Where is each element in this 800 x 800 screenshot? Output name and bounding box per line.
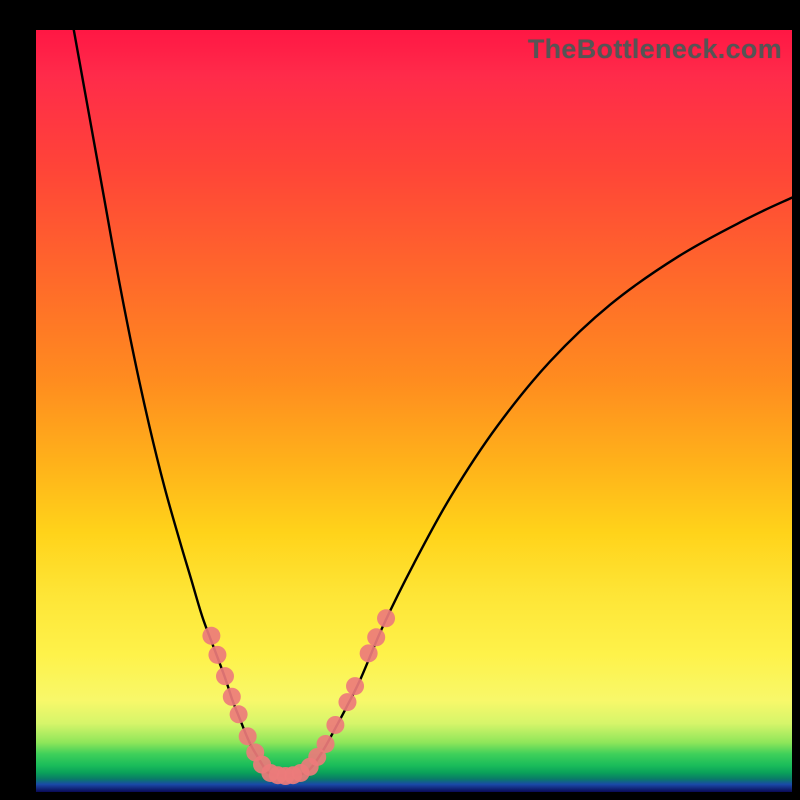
data-marker <box>223 688 241 706</box>
curve-markers <box>202 609 395 785</box>
data-marker <box>346 677 364 695</box>
chart-frame: TheBottleneck.com <box>36 30 792 792</box>
data-marker <box>317 735 335 753</box>
data-marker <box>202 627 220 645</box>
data-marker <box>360 644 378 662</box>
data-marker <box>338 693 356 711</box>
data-marker <box>367 628 385 646</box>
data-marker <box>239 727 257 745</box>
data-marker <box>230 705 248 723</box>
data-marker <box>208 646 226 664</box>
data-marker <box>377 609 395 627</box>
data-marker <box>216 667 234 685</box>
data-marker <box>326 716 344 734</box>
bottleneck-curve <box>74 30 792 776</box>
chart-svg <box>36 30 792 792</box>
